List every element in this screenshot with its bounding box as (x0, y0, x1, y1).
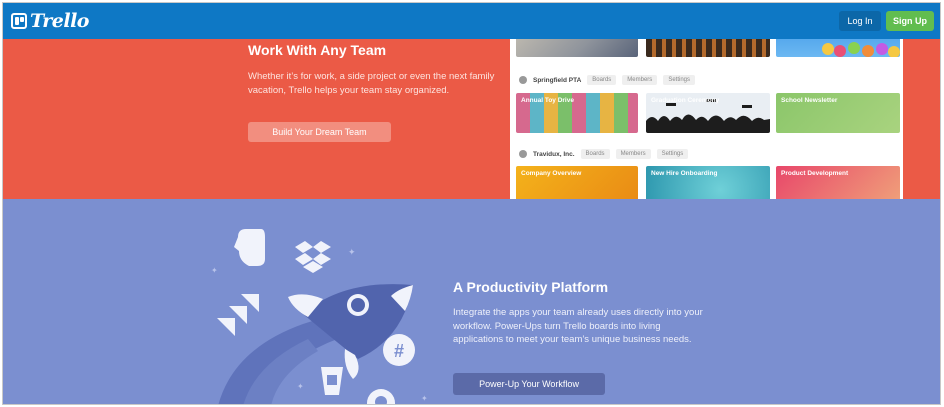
board-product-development[interactable]: Product Development (776, 166, 900, 199)
team-tab-settings[interactable]: Settings (656, 149, 689, 159)
trello-logo[interactable]: Trello (11, 10, 89, 32)
sparkle-icon: ✦ (348, 248, 356, 258)
evernote-icon (234, 229, 265, 266)
board-new-hire-onboarding[interactable]: New Hire Onboarding (646, 166, 770, 199)
log-in-button[interactable]: Log In (839, 11, 881, 31)
logo-text: Trello (30, 10, 89, 32)
power-section-description: Integrate the apps your team already use… (453, 307, 703, 345)
page-frame: Trello Log In Sign Up Work With Any Team… (2, 2, 941, 405)
balloons-image (822, 42, 900, 57)
board-annual-toy-drive[interactable]: Annual Toy Drive (516, 93, 638, 133)
trello-board-icon (11, 13, 27, 29)
board-graduation-ceremony[interactable]: Graduation Ceremony (646, 93, 770, 133)
dropbox-icon (295, 241, 331, 273)
board-thumbnail (776, 39, 900, 57)
power-up-workflow-button[interactable]: Power-Up Your Workflow (453, 373, 605, 395)
sparkle-icon: ✦ (297, 382, 304, 391)
power-section-title: A Productivity Platform (453, 279, 609, 295)
board-title: Graduation Ceremony (651, 97, 720, 104)
slack-icon: # (383, 334, 415, 366)
team-icon (519, 150, 527, 158)
team-tab-boards[interactable]: Boards (587, 75, 617, 85)
boards-screenshot: Springfield PTA Boards Members Settings … (510, 39, 903, 199)
board-school-newsletter[interactable]: School Newsletter (776, 93, 900, 133)
team-header-springfield: Springfield PTA Boards Members Settings (519, 73, 695, 87)
team-tab-members[interactable]: Members (615, 149, 651, 159)
sign-up-button[interactable]: Sign Up (886, 11, 934, 31)
board-thumbnail (646, 39, 770, 57)
board-thumbnail (516, 39, 638, 57)
sparkle-icon: ✦ (421, 394, 428, 403)
board-title: Product Development (781, 170, 849, 177)
team-section-description: Whether it’s for work, a side project or… (248, 71, 495, 96)
team-tab-members[interactable]: Members (622, 75, 658, 85)
team-tab-boards[interactable]: Boards (580, 149, 610, 159)
bitbucket-icon (321, 367, 343, 395)
board-title: Annual Toy Drive (521, 97, 574, 104)
jira-icon (217, 294, 259, 336)
top-header: Trello Log In Sign Up (3, 3, 940, 39)
team-tab-settings[interactable]: Settings (663, 75, 695, 85)
team-name[interactable]: Springfield PTA (533, 77, 581, 84)
board-title: Company Overview (521, 170, 582, 177)
build-team-button[interactable]: Build Your Dream Team (248, 122, 391, 142)
power-ups-section: # ✦ ✦ ✦ ✦ A Productivity Platform Integr… (3, 199, 940, 404)
board-title: School Newsletter (781, 97, 838, 104)
sparkle-icon: ✦ (211, 266, 218, 275)
team-section-title: Work With Any Team (248, 42, 387, 58)
rocket-illustration: # ✦ ✦ ✦ ✦ (211, 229, 428, 404)
board-company-overview[interactable]: Company Overview (516, 166, 638, 199)
board-title: New Hire Onboarding (651, 170, 718, 177)
svg-text:#: # (394, 341, 404, 361)
team-name[interactable]: Travidux, Inc. (533, 151, 575, 158)
github-icon (367, 389, 395, 404)
team-section: Work With Any Team Whether it’s for work… (3, 39, 940, 199)
team-header-travidux: Travidux, Inc. Boards Members Settings (519, 147, 689, 161)
team-icon (519, 76, 527, 84)
